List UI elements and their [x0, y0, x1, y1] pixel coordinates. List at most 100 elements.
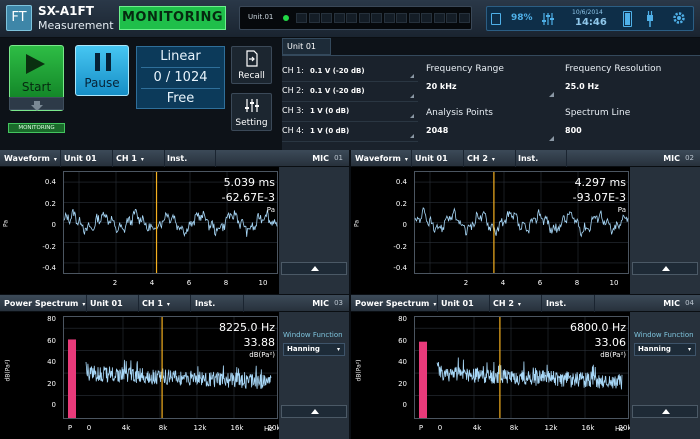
level-meter-segment	[421, 13, 432, 23]
window-function-value: Hanning	[638, 345, 671, 353]
expand-panel-button[interactable]	[281, 262, 347, 275]
channel-select-label: CH 1	[116, 154, 137, 163]
view-type-select[interactable]: Power Spectrum ▾	[355, 295, 436, 312]
dropdown-icon: ▾	[687, 346, 691, 353]
monitoring-banner: MONITORING	[119, 6, 226, 30]
view-type-select[interactable]: Waveform ▾	[355, 150, 408, 167]
panel-number: 04	[685, 299, 694, 307]
header-divider	[541, 295, 542, 312]
start-label: Start	[21, 80, 52, 94]
average-count: 0 / 1024	[153, 70, 208, 85]
tab-unit-01[interactable]: Unit 01	[282, 38, 331, 55]
averaging-display[interactable]: Linear 0 / 1024 Free	[136, 46, 225, 109]
y-tick-label: 20	[47, 379, 56, 388]
view-type-select[interactable]: Power Spectrum ▾	[4, 295, 85, 312]
expand-panel-button[interactable]	[281, 405, 347, 418]
level-meter-segment	[308, 13, 320, 23]
mode-select-label: Inst.	[518, 154, 539, 163]
setting-button[interactable]: Setting	[231, 93, 272, 131]
y-tick-label: 60	[47, 336, 56, 345]
play-icon	[26, 54, 45, 74]
cursor-y-readout: 33.88	[243, 336, 276, 349]
dropdown-icon: ▾	[140, 156, 144, 163]
level-meter-segment	[358, 13, 370, 23]
readout-unit: Pa	[266, 206, 275, 214]
side-panel	[279, 167, 349, 294]
start-dropdown[interactable]	[9, 97, 64, 111]
dropdown-icon: ▾	[433, 301, 437, 308]
pause-button[interactable]: Pause	[75, 45, 129, 96]
header-divider	[138, 295, 139, 312]
cursor-x-readout: 5.039 ms	[223, 176, 275, 189]
mode-select[interactable]: Inst.	[546, 295, 566, 312]
recall-label: Recall	[238, 71, 265, 81]
y-tick-label: 40	[398, 358, 407, 366]
expand-panel-button[interactable]	[632, 405, 698, 418]
panel-number: 03	[334, 299, 343, 307]
app-subtitle: Measurement	[38, 19, 114, 32]
mode-select[interactable]: Inst.	[167, 150, 187, 167]
frequency-resolution-value: 25.0 Hz	[565, 82, 599, 91]
header-divider	[594, 295, 595, 312]
x-tick-label: 16k	[581, 424, 595, 432]
mixer-icon[interactable]	[542, 12, 554, 26]
top-bar: FT SX-A1FT Measurement MONITORING Unit.0…	[0, 0, 700, 38]
cursor-x-readout: 6800.0 Hz	[569, 321, 626, 334]
mode-select[interactable]: Inst.	[195, 295, 215, 312]
level-meter-segment	[333, 13, 345, 23]
recall-button[interactable]: Recall	[231, 46, 272, 84]
measurement-panel-02: Waveform ▾ Unit 01 CH 2 ▾ Inst. MIC 02 Pa 0.4 0.2 0…	[351, 150, 700, 294]
window-function-select[interactable]: Hanning ▾	[634, 343, 696, 356]
frequency-range-select[interactable]: Frequency Range 20 kHz	[422, 60, 558, 103]
sliders-icon	[245, 99, 259, 112]
gear-icon[interactable]	[672, 11, 686, 25]
channel-select[interactable]: CH 1 ▾	[116, 150, 144, 167]
measurement-panel-01: Waveform ▾ Unit 01 CH 1 ▾ Inst. MIC 01 Pa 0.4 0.2 0…	[0, 150, 349, 294]
x-tick-label: 4k	[121, 424, 131, 432]
ch4-range-select[interactable]: CH 4: 1 V (0 dB)	[282, 122, 418, 142]
unit-select-label: Unit 01	[90, 299, 123, 308]
time-label: 14:46	[575, 17, 607, 28]
channel-select[interactable]: CH 2 ▾	[493, 295, 521, 312]
ch1-value: 0.1 V (-20 dB)	[310, 67, 365, 75]
expand-panel-button[interactable]	[632, 262, 698, 275]
x-tick-label: 10	[609, 279, 619, 287]
ch2-label: CH 2:	[282, 86, 304, 95]
overall-level-bar	[68, 339, 76, 418]
ch2-range-select[interactable]: CH 2: 0.1 V (-20 dB)	[282, 82, 418, 102]
trigger-mode: Free	[166, 91, 195, 106]
up-arrow-icon	[662, 266, 670, 271]
window-function-label: Window Function	[634, 331, 694, 339]
header-divider	[112, 150, 113, 167]
unit-status-panel[interactable]: Unit.01	[239, 6, 472, 30]
ch4-label: CH 4:	[282, 126, 304, 135]
dropdown-icon	[410, 134, 414, 138]
level-meter-segment	[458, 13, 470, 23]
battery-icon	[623, 11, 632, 27]
channel-select[interactable]: CH 1 ▾	[142, 295, 170, 312]
unit-select[interactable]: Unit 01	[441, 295, 474, 312]
x-tick-label: 4	[149, 279, 155, 287]
pause-label: Pause	[84, 76, 120, 90]
unit-select[interactable]: Unit 01	[415, 150, 448, 167]
pause-icon	[95, 53, 111, 71]
view-type-select-label: Waveform	[4, 154, 50, 163]
frequency-range-value: 20 kHz	[426, 82, 457, 91]
mic-label: MIC	[663, 154, 680, 163]
y-axis-unit: Pa	[353, 219, 361, 228]
mode-select[interactable]: Inst.	[518, 150, 538, 167]
view-type-select[interactable]: Waveform ▾	[4, 150, 57, 167]
unit-select[interactable]: Unit 01	[64, 150, 97, 167]
cursor-x-readout: 4.297 ms	[574, 176, 626, 189]
unit-select[interactable]: Unit 01	[90, 295, 123, 312]
y-tick-label: 40	[47, 358, 56, 366]
window-function-select[interactable]: Hanning ▾	[283, 343, 345, 356]
dropdown-icon: ▾	[336, 346, 340, 353]
channel-select[interactable]: CH 2 ▾	[467, 150, 495, 167]
x-tick-label: 0	[86, 424, 92, 432]
side-panel	[630, 167, 700, 294]
analysis-points-select[interactable]: Analysis Points 2048	[422, 104, 558, 147]
mic-label: MIC	[312, 154, 329, 163]
ch1-range-select[interactable]: CH 1: 0.1 V (-20 dB)	[282, 62, 418, 82]
ch3-range-select[interactable]: CH 3: 1 V (0 dB)	[282, 102, 418, 122]
